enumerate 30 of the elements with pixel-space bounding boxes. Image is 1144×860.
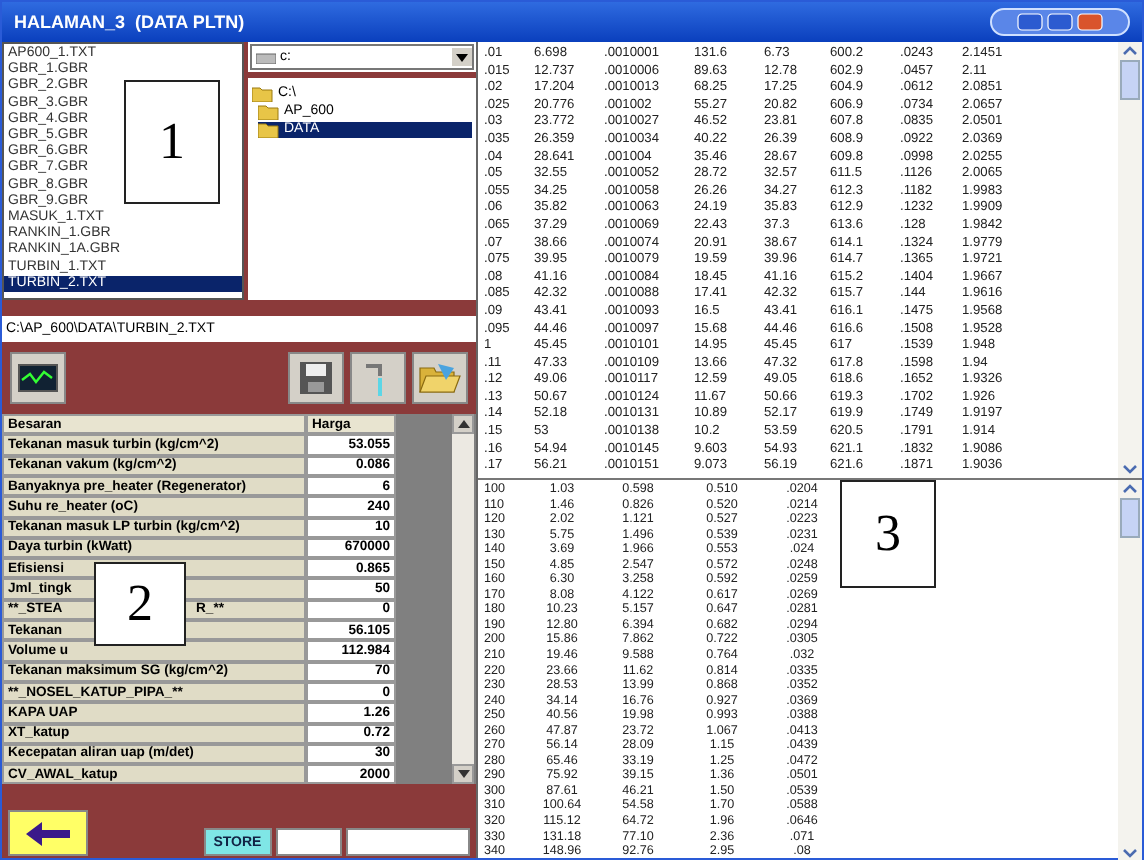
open-folder-icon [418,360,462,397]
tap-button[interactable] [350,352,406,405]
callout-label: 1 [124,80,220,204]
window-controls-icon[interactable] [990,8,1130,36]
scroll-down-button[interactable] [452,764,474,785]
graph-button[interactable] [10,352,66,405]
window-title: HALAMAN_3 (DATA PLTN) [14,12,245,32]
scrollbar[interactable] [1118,42,1142,478]
drive-icon [256,51,276,63]
input-field[interactable] [275,828,343,856]
scroll-up-icon[interactable] [1118,42,1142,60]
scroll-down-icon[interactable] [1118,843,1142,860]
scroll-thumb[interactable] [1120,60,1140,100]
left-arrow-icon [25,821,70,845]
scroll-thumb[interactable] [1120,498,1140,538]
back-button[interactable] [8,810,88,856]
scroll-up-button[interactable] [452,414,474,435]
save-button[interactable] [288,352,344,405]
dropdown-arrow-icon [456,53,468,61]
open-folder-button[interactable] [412,352,468,405]
scroll-down-icon[interactable] [1118,460,1142,478]
scrollbar[interactable] [1118,480,1142,860]
input-field[interactable] [346,828,470,856]
callout-label: 3 [840,480,936,588]
scroll-up-icon[interactable] [1118,480,1142,498]
up-arrow-icon [457,420,469,429]
graph-icon [18,364,58,393]
down-arrow-icon [457,770,469,779]
scrollbar[interactable] [452,414,474,785]
callout-label: 2 [94,562,186,646]
